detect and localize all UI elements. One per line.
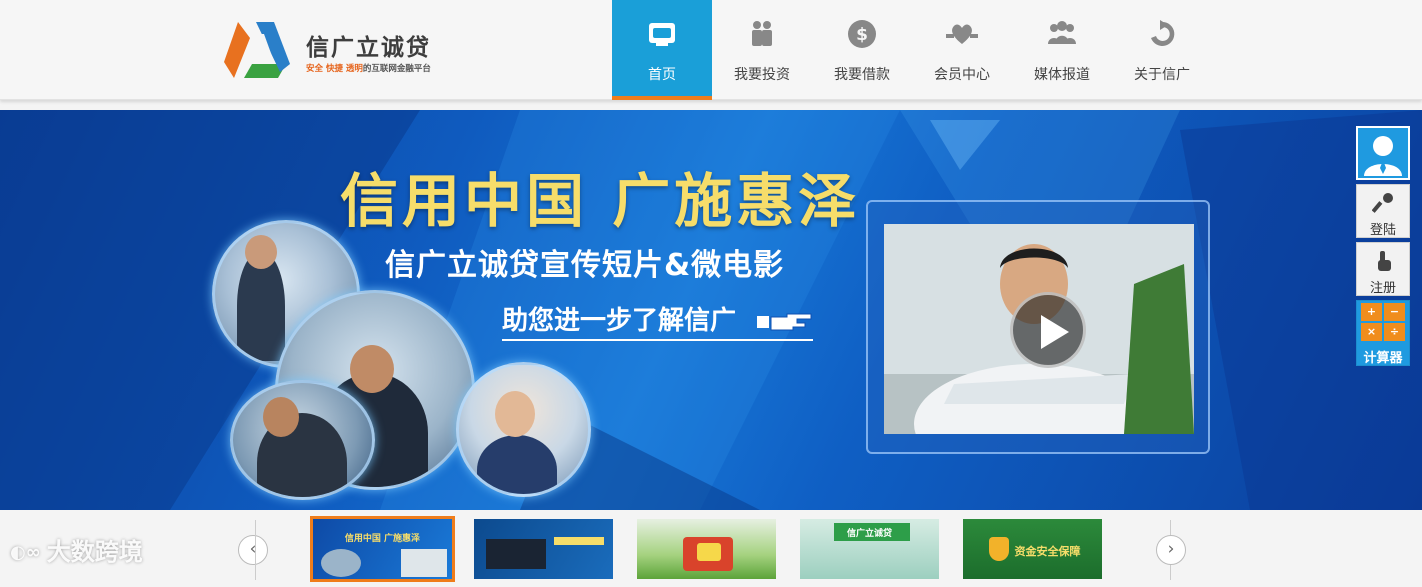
people-icon [752,21,772,46]
thumb-slide-1[interactable]: 信用中国 广施惠泽 [310,516,455,582]
watermark-logo-icon: ◐∞ [10,542,41,563]
slogan-rest: 的互联网金融平台 [362,64,431,74]
nav-label: 我要投资 [734,67,790,83]
nav-item-borrow[interactable]: $ 我要借款 [812,0,912,100]
thumb-photo [321,549,361,577]
person-head [350,345,394,393]
photo-circle-reader [230,380,375,500]
refresh-arrow-icon [1151,20,1175,46]
thumb-video [401,549,447,577]
calc-times: × [1361,323,1382,341]
nav-label: 首页 [648,67,676,83]
thumb-slide-5[interactable]: 资金安全保障 [960,516,1105,582]
person-head [495,391,535,437]
thumb-image [474,519,613,579]
key-icon [1372,193,1393,213]
chevron-right-icon: › [1167,539,1175,559]
person-figure [477,435,557,494]
nav-label: 关于信广 [1134,67,1190,83]
divider [255,520,256,580]
nav-item-media[interactable]: 媒体报道 [1012,0,1112,100]
login-label: 登陆 [1369,223,1396,238]
thumb-slide-4[interactable]: 信广立诚贷 [797,516,942,582]
calc-minus: − [1384,303,1405,321]
nav-item-home[interactable]: 首页 [612,0,712,100]
calculator-label: 计算器 [1363,351,1403,366]
nav-item-invest[interactable]: 我要投资 [712,0,812,100]
learn-more-label: 助您进一步了解信广 [502,306,737,336]
thumb-slide-2[interactable] [471,516,616,582]
watermark-text: 大数跨境 [46,538,143,566]
dollar-coin-icon: $ [848,20,876,48]
nav-item-about[interactable]: 关于信广 [1112,0,1212,100]
hero-banner[interactable]: 信用中国 广施惠泽 信广立诚贷宣传短片&微电影 助您进一步了解信广 [0,110,1422,510]
thumb-title: 信用中国 广施惠泽 [344,534,421,544]
thumb-coin [697,543,721,561]
user-icon [1364,136,1402,176]
photo-circle-receptionist [456,362,591,497]
slogan-highlight: 安全 快捷 透明 [306,64,363,74]
thumb-image: 信用中国 广施惠泽 [313,519,452,579]
calculator-icon: + − × ÷ [1361,303,1405,341]
register-label: 注册 [1369,281,1396,296]
thumb-text-bar [554,537,604,545]
thumb-photo [486,539,546,569]
person-head [245,235,277,269]
thumb-image [637,519,776,579]
banner-subline: 信广立诚贷宣传短片&微电影 [385,248,785,283]
thumb-title: 资金安全保障 [1014,545,1081,558]
main-nav: 首页 我要投资 $ 我要借款 会员中心 媒体报道 关于信广 [612,0,1212,100]
group-icon [1048,21,1076,44]
watermark: ◐∞ 大数跨境 [10,532,143,567]
site-header: 信广立诚贷 安全 快捷 透明的互联网金融平台 首页 我要投资 $ 我要借款 会员… [0,0,1422,100]
calc-divide: ÷ [1384,323,1405,341]
video-panel [866,200,1210,454]
nav-label: 我要借款 [834,67,890,83]
svg-text:$: $ [856,25,868,45]
next-slide-button[interactable]: › [1156,535,1186,565]
hand-pointer-icon [1378,251,1391,271]
nav-item-member[interactable]: 会员中心 [912,0,1012,100]
prev-slide-button[interactable]: ‹ [238,535,268,565]
thumb-image: 信广立诚贷 [800,519,939,579]
thumbnail-strip: ‹ 信用中国 广施惠泽 信广立诚贷 资金安全保障 › [0,510,1422,587]
user-avatar-button[interactable] [1356,126,1410,180]
calc-plus: + [1361,303,1382,321]
logo-title: 信广立诚贷 [306,35,431,61]
nav-label: 会员中心 [934,67,990,83]
side-toolbar: 登陆 注册 + − × ÷ 计算器 [1356,126,1410,370]
pointing-hand-icon [757,313,812,330]
promo-video[interactable] [884,224,1194,434]
person-head [263,397,299,437]
heart-hands-icon [946,24,978,44]
play-button[interactable] [1010,292,1086,368]
logo[interactable]: 信广立诚贷 安全 快捷 透明的互联网金融平台 [220,16,460,84]
atm-card-icon [649,23,675,46]
nav-label: 媒体报道 [1034,67,1090,83]
thumb-slide-3[interactable] [634,516,779,582]
banner-headline: 信用中国 广施惠泽 [340,167,861,235]
thumb-image: 资金安全保障 [963,519,1102,579]
logo-mark-icon [224,22,290,78]
logo-slogan: 安全 快捷 透明的互联网金融平台 [306,62,431,74]
calculator-button[interactable]: + − × ÷ 计算器 [1356,300,1410,366]
learn-more-link[interactable]: 助您进一步了解信广 [502,300,814,341]
login-button[interactable]: 登陆 [1356,184,1410,238]
register-button[interactable]: 注册 [1356,242,1410,296]
thumb-title: 信广立诚贷 [846,529,892,539]
